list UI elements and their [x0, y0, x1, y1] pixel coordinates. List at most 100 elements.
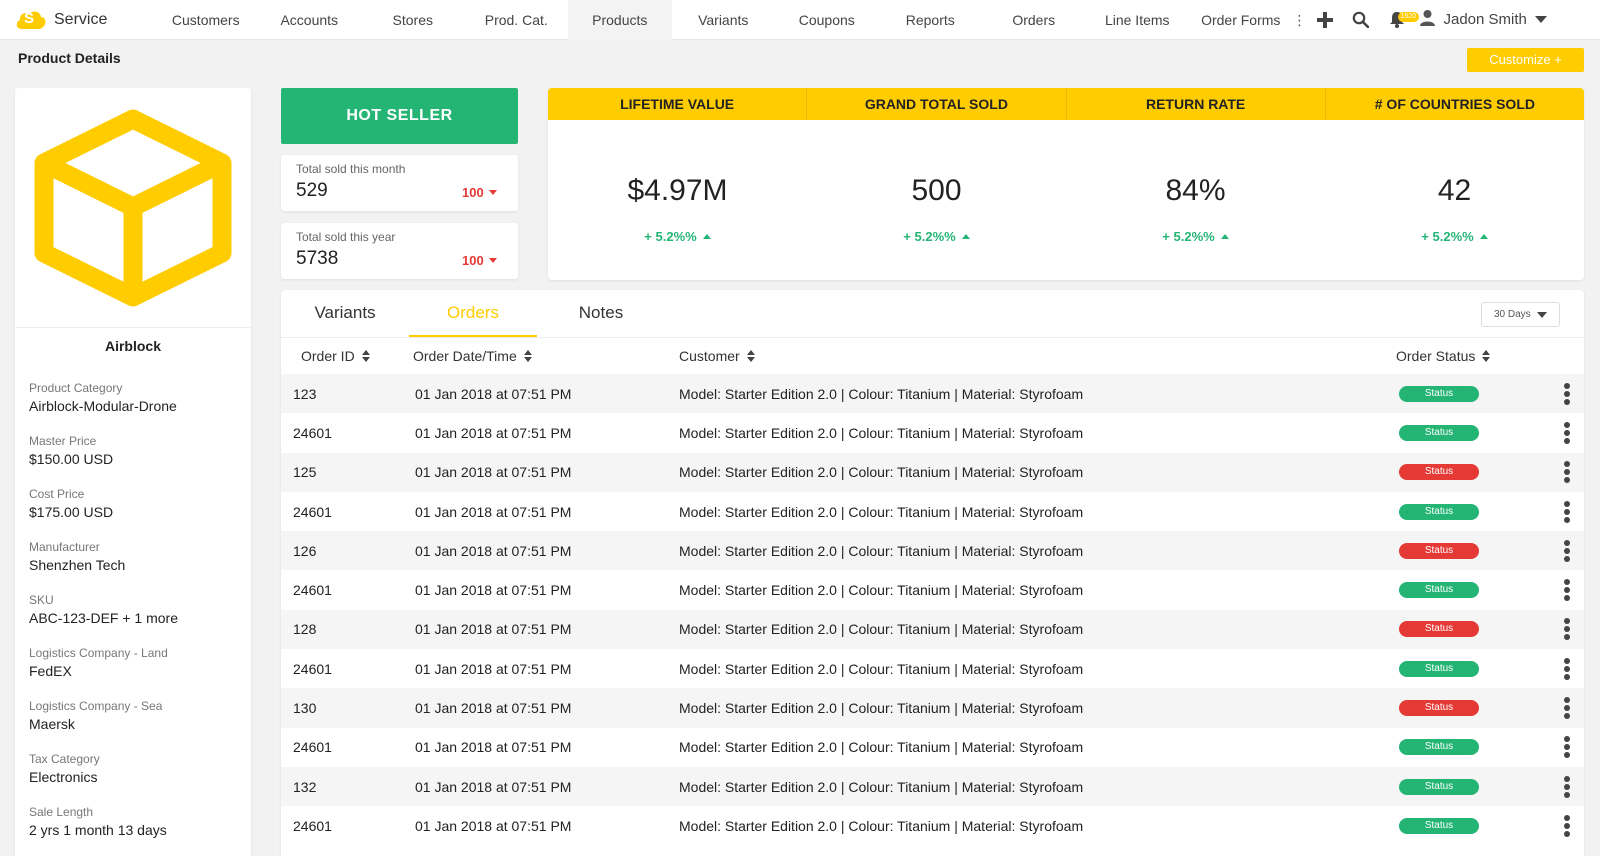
- order-id: 24601: [293, 817, 332, 834]
- table-row[interactable]: 24601 01 Jan 2018 at 07:51 PM Model: Start…: [281, 806, 1584, 845]
- table-row[interactable]: 24601 01 Jan 2018 at 07:51 PM Model: Start…: [281, 492, 1584, 531]
- nav-item-line-items[interactable]: Line Items: [1086, 0, 1190, 40]
- order-date: 01 Jan 2018 at 07:51 PM: [415, 700, 572, 717]
- tab-notes[interactable]: Notes: [537, 290, 665, 337]
- nav-item-order-forms[interactable]: Order Forms: [1189, 0, 1293, 40]
- orders-table-body: 123 01 Jan 2018 at 07:51 PM Model: Starter…: [281, 374, 1584, 846]
- hot-seller-badge: HOT SELLER: [281, 88, 518, 144]
- table-row[interactable]: 132 01 Jan 2018 at 07:51 PM Model: Starter…: [281, 766, 1584, 807]
- kebab-menu-icon[interactable]: [1564, 814, 1570, 838]
- col-status[interactable]: Order Status: [1396, 348, 1491, 364]
- nav-item-variants[interactable]: Variants: [672, 0, 776, 40]
- detail-item: Manufacturer Shenzhen Tech: [29, 539, 251, 592]
- detail-value: Maersk: [29, 716, 75, 732]
- stat-column: $4.97M + 5.2%%: [548, 120, 807, 244]
- status-badge: Status: [1399, 621, 1479, 638]
- status-badge: Status: [1399, 464, 1479, 481]
- stat-delta: + 5.2%%: [807, 229, 1066, 244]
- plus-icon[interactable]: [1307, 0, 1343, 40]
- order-id: 126: [293, 542, 317, 559]
- kebab-menu-icon[interactable]: [1564, 460, 1570, 484]
- stat-header: RETURN RATE: [1067, 88, 1326, 120]
- kebab-menu-icon[interactable]: [1564, 539, 1570, 563]
- status-badge: Status: [1399, 700, 1479, 717]
- detail-label: Product Category: [29, 381, 123, 395]
- table-row[interactable]: 126 01 Jan 2018 at 07:51 PM Model: Starter…: [281, 531, 1584, 571]
- order-customer: Model: Starter Edition 2.0 | Colour: Tit…: [679, 542, 1084, 559]
- nav-item-orders[interactable]: Orders: [982, 0, 1086, 40]
- order-customer: Model: Starter Edition 2.0 | Colour: Tit…: [679, 621, 1084, 638]
- nav-item-coupons[interactable]: Coupons: [775, 0, 879, 40]
- kebab-menu-icon[interactable]: [1564, 578, 1570, 602]
- table-row[interactable]: 130 01 Jan 2018 at 07:51 PM Model: Starter…: [281, 688, 1584, 728]
- nav-item-accounts[interactable]: Accounts: [258, 0, 362, 40]
- nav-item-stores[interactable]: Stores: [361, 0, 465, 40]
- caret-down-icon: [488, 258, 497, 263]
- order-id: 24601: [293, 660, 332, 677]
- product-image: [15, 88, 251, 328]
- kebab-menu-icon[interactable]: [1564, 696, 1570, 720]
- bell-icon[interactable]: 1520: [1379, 0, 1420, 40]
- nav-item-reports[interactable]: Reports: [879, 0, 983, 40]
- detail-item: Logistics Company - Sea Maersk: [29, 698, 251, 751]
- app-logo[interactable]: S Service: [14, 7, 154, 33]
- table-row[interactable]: 24601 01 Jan 2018 at 07:51 PM Model: Start…: [281, 413, 1584, 452]
- stat-column: 500 + 5.2%%: [807, 120, 1066, 244]
- stat-delta: + 5.2%%: [1066, 229, 1325, 244]
- kebab-menu-icon[interactable]: [1564, 500, 1570, 524]
- product-name: Airblock: [104, 338, 161, 354]
- col-customer[interactable]: Customer: [679, 348, 755, 364]
- kebab-menu-icon[interactable]: [1564, 382, 1570, 406]
- caret-up-icon: [1220, 234, 1229, 239]
- order-date: 01 Jan 2018 at 07:51 PM: [415, 817, 572, 834]
- user-menu[interactable]: Jadon Smith: [1419, 0, 1547, 40]
- order-id: 24601: [293, 424, 332, 441]
- range-select[interactable]: 30 Days: [1481, 302, 1560, 327]
- col-date[interactable]: Order Date/Time: [413, 348, 532, 364]
- customize-button[interactable]: Customize +: [1467, 48, 1584, 72]
- order-id: 24601: [293, 582, 332, 599]
- table-row[interactable]: 24601 01 Jan 2018 at 07:51 PM Model: Start…: [281, 728, 1584, 767]
- table-row[interactable]: 123 01 Jan 2018 at 07:51 PM Model: Starter…: [281, 374, 1584, 414]
- col-order-id[interactable]: Order ID: [301, 348, 370, 364]
- stat-delta: + 5.2%%: [548, 229, 807, 244]
- stat-value: 500: [911, 174, 962, 207]
- order-customer: Model: Starter Edition 2.0 | Colour: Tit…: [679, 700, 1084, 717]
- caret-up-icon: [702, 234, 711, 239]
- kebab-menu-icon[interactable]: [1564, 657, 1570, 681]
- order-customer: Model: Starter Edition 2.0 | Colour: Tit…: [679, 817, 1084, 834]
- logo-letter: S: [24, 9, 35, 27]
- kebab-menu-icon[interactable]: [1564, 421, 1570, 445]
- detail-value: $150.00 USD: [29, 451, 114, 467]
- search-icon[interactable]: [1343, 0, 1379, 40]
- tab-variants[interactable]: Variants: [281, 290, 409, 337]
- table-row[interactable]: 24601 01 Jan 2018 at 07:51 PM Model: Start…: [281, 570, 1584, 609]
- nav-overflow-icon[interactable]: ⋮: [1293, 0, 1307, 40]
- monthly-delta-value: 100: [462, 185, 484, 200]
- nav-item-customers[interactable]: Customers: [154, 0, 258, 40]
- user-icon: [1419, 9, 1436, 31]
- table-row[interactable]: 128 01 Jan 2018 at 07:51 PM Model: Starter…: [281, 609, 1584, 650]
- nav-item-prod-cat[interactable]: Prod. Cat.: [465, 0, 569, 40]
- monthly-sales-value: 529: [296, 180, 328, 201]
- table-row[interactable]: 24601 01 Jan 2018 at 07:51 PM Model: Start…: [281, 649, 1584, 688]
- kebab-menu-icon[interactable]: [1564, 735, 1570, 759]
- order-id: 24601: [293, 739, 332, 756]
- order-date: 01 Jan 2018 at 07:51 PM: [415, 621, 572, 638]
- product-card: Airblock Product Category Airblock-Modula…: [15, 88, 251, 856]
- order-customer: Model: Starter Edition 2.0 | Colour: Tit…: [679, 660, 1084, 677]
- table-row[interactable]: 125 01 Jan 2018 at 07:51 PM Model: Starter…: [281, 452, 1584, 492]
- kebab-menu-icon[interactable]: [1564, 775, 1570, 799]
- order-customer: Model: Starter Edition 2.0 | Colour: Tit…: [679, 739, 1084, 756]
- sort-icon: [361, 350, 370, 362]
- nav-item-products[interactable]: Products: [568, 0, 672, 40]
- detail-label: Cost Price: [29, 487, 85, 501]
- detail-label: Tax Category: [29, 752, 100, 766]
- status-badge: Status: [1399, 582, 1479, 599]
- page-title: Product Details: [18, 50, 121, 66]
- stat-header: GRAND TOTAL SOLD: [807, 88, 1067, 120]
- kebab-menu-icon[interactable]: [1564, 617, 1570, 641]
- order-id: 128: [293, 621, 317, 638]
- detail-value: FedEX: [29, 663, 72, 679]
- tab-orders[interactable]: Orders: [409, 290, 537, 337]
